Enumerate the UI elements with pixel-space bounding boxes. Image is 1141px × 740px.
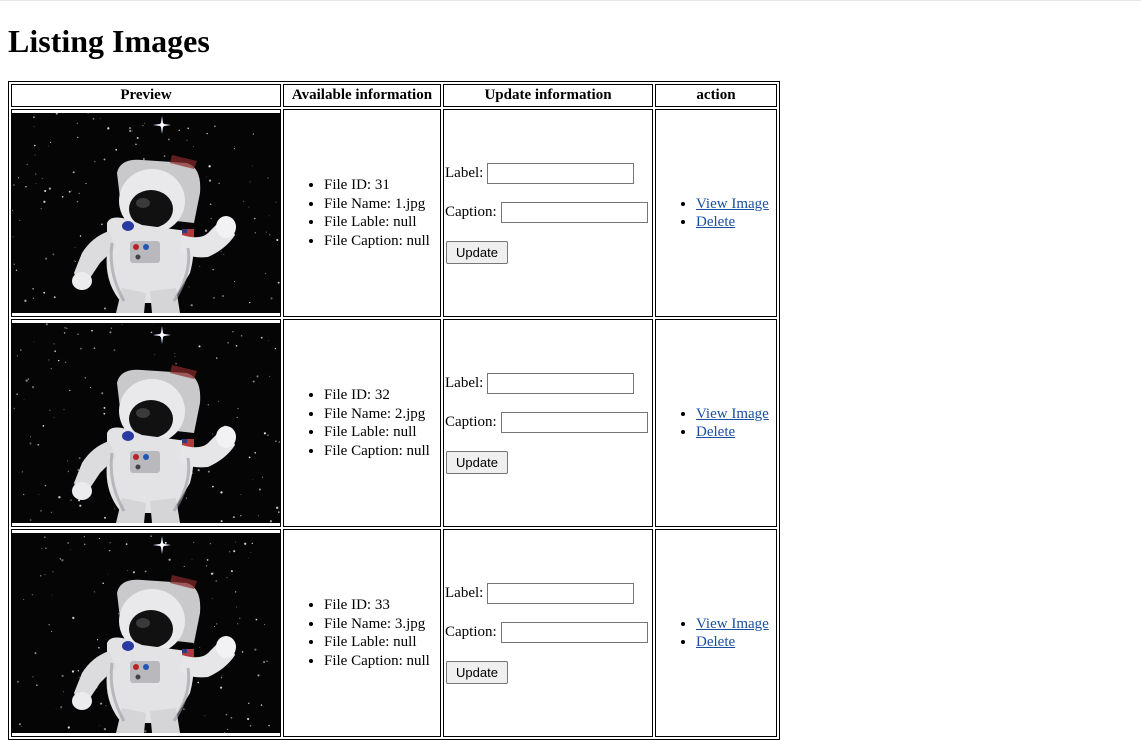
update-cell: Label: Caption: Update (443, 109, 653, 317)
images-table: Preview Available information Update inf… (8, 81, 780, 740)
file-name: File Name: 1.jpg (324, 195, 440, 214)
header-preview: Preview (11, 84, 281, 107)
action-cell: View Image Delete (655, 529, 777, 737)
delete-item: Delete (696, 633, 776, 652)
info-list: File ID: 32 File Name: 2.jpg File Lable:… (284, 386, 440, 460)
label-row: Label: (445, 583, 652, 604)
view-image-item: View Image (696, 405, 776, 424)
view-image-link[interactable]: View Image (696, 406, 769, 422)
label-caption-text: Label: (445, 585, 483, 602)
view-image-link[interactable]: View Image (696, 616, 769, 632)
update-cell: Label: Caption: Update (443, 529, 653, 737)
file-id: File ID: 31 (324, 176, 440, 195)
file-id: File ID: 33 (324, 596, 440, 615)
info-cell: File ID: 31 File Name: 1.jpg File Lable:… (283, 109, 441, 317)
file-label: File Lable: null (324, 633, 440, 652)
header-action: action (655, 84, 777, 107)
view-image-item: View Image (696, 615, 776, 634)
astronaut-image (12, 323, 280, 523)
action-list: View Image Delete (656, 615, 776, 652)
caption-input[interactable] (501, 412, 648, 433)
view-image-link[interactable]: View Image (696, 196, 769, 212)
astronaut-image (12, 533, 280, 733)
file-name: File Name: 2.jpg (324, 405, 440, 424)
file-caption: File Caption: null (324, 652, 440, 671)
file-name: File Name: 3.jpg (324, 615, 440, 634)
label-row: Label: (445, 373, 652, 394)
update-cell: Label: Caption: Update (443, 319, 653, 527)
top-border (0, 0, 1141, 1)
header-update-information: Update information (443, 84, 653, 107)
table-row: File ID: 33 File Name: 3.jpg File Lable:… (11, 529, 777, 737)
label-input[interactable] (487, 583, 634, 604)
view-image-item: View Image (696, 195, 776, 214)
delete-link[interactable]: Delete (696, 634, 735, 650)
update-form: Label: Caption: Update (444, 373, 652, 474)
label-input[interactable] (487, 373, 634, 394)
file-caption: File Caption: null (324, 232, 440, 251)
caption-input[interactable] (501, 622, 648, 643)
delete-link[interactable]: Delete (696, 424, 735, 440)
info-cell: File ID: 32 File Name: 2.jpg File Lable:… (283, 319, 441, 527)
action-list: View Image Delete (656, 405, 776, 442)
info-cell: File ID: 33 File Name: 3.jpg File Lable:… (283, 529, 441, 737)
header-available-information: Available information (283, 84, 441, 107)
file-id: File ID: 32 (324, 386, 440, 405)
action-cell: View Image Delete (655, 109, 777, 317)
caption-row: Caption: (445, 622, 652, 643)
update-button[interactable]: Update (446, 241, 508, 264)
caption-row: Caption: (445, 202, 652, 223)
table-row: File ID: 31 File Name: 1.jpg File Lable:… (11, 109, 777, 317)
file-label: File Lable: null (324, 423, 440, 442)
delete-item: Delete (696, 213, 776, 232)
info-list: File ID: 33 File Name: 3.jpg File Lable:… (284, 596, 440, 670)
label-input[interactable] (487, 163, 634, 184)
label-caption-text: Label: (445, 375, 483, 392)
caption-input[interactable] (501, 202, 648, 223)
update-button[interactable]: Update (446, 661, 508, 684)
file-caption: File Caption: null (324, 442, 440, 461)
info-list: File ID: 31 File Name: 1.jpg File Lable:… (284, 176, 440, 250)
astronaut-image (12, 113, 280, 313)
file-label: File Lable: null (324, 213, 440, 232)
label-caption-text: Label: (445, 165, 483, 182)
update-form: Label: Caption: Update (444, 583, 652, 684)
update-form: Label: Caption: Update (444, 163, 652, 264)
caption-label-text: Caption: (445, 624, 497, 641)
label-row: Label: (445, 163, 652, 184)
caption-label-text: Caption: (445, 204, 497, 221)
caption-label-text: Caption: (445, 414, 497, 431)
caption-row: Caption: (445, 412, 652, 433)
update-button[interactable]: Update (446, 451, 508, 474)
preview-cell (11, 529, 281, 737)
delete-item: Delete (696, 423, 776, 442)
delete-link[interactable]: Delete (696, 214, 735, 230)
preview-cell (11, 109, 281, 317)
preview-cell (11, 319, 281, 527)
page-title: Listing Images (8, 22, 210, 60)
action-list: View Image Delete (656, 195, 776, 232)
table-header-row: Preview Available information Update inf… (11, 84, 777, 107)
action-cell: View Image Delete (655, 319, 777, 527)
table-row: File ID: 32 File Name: 2.jpg File Lable:… (11, 319, 777, 527)
